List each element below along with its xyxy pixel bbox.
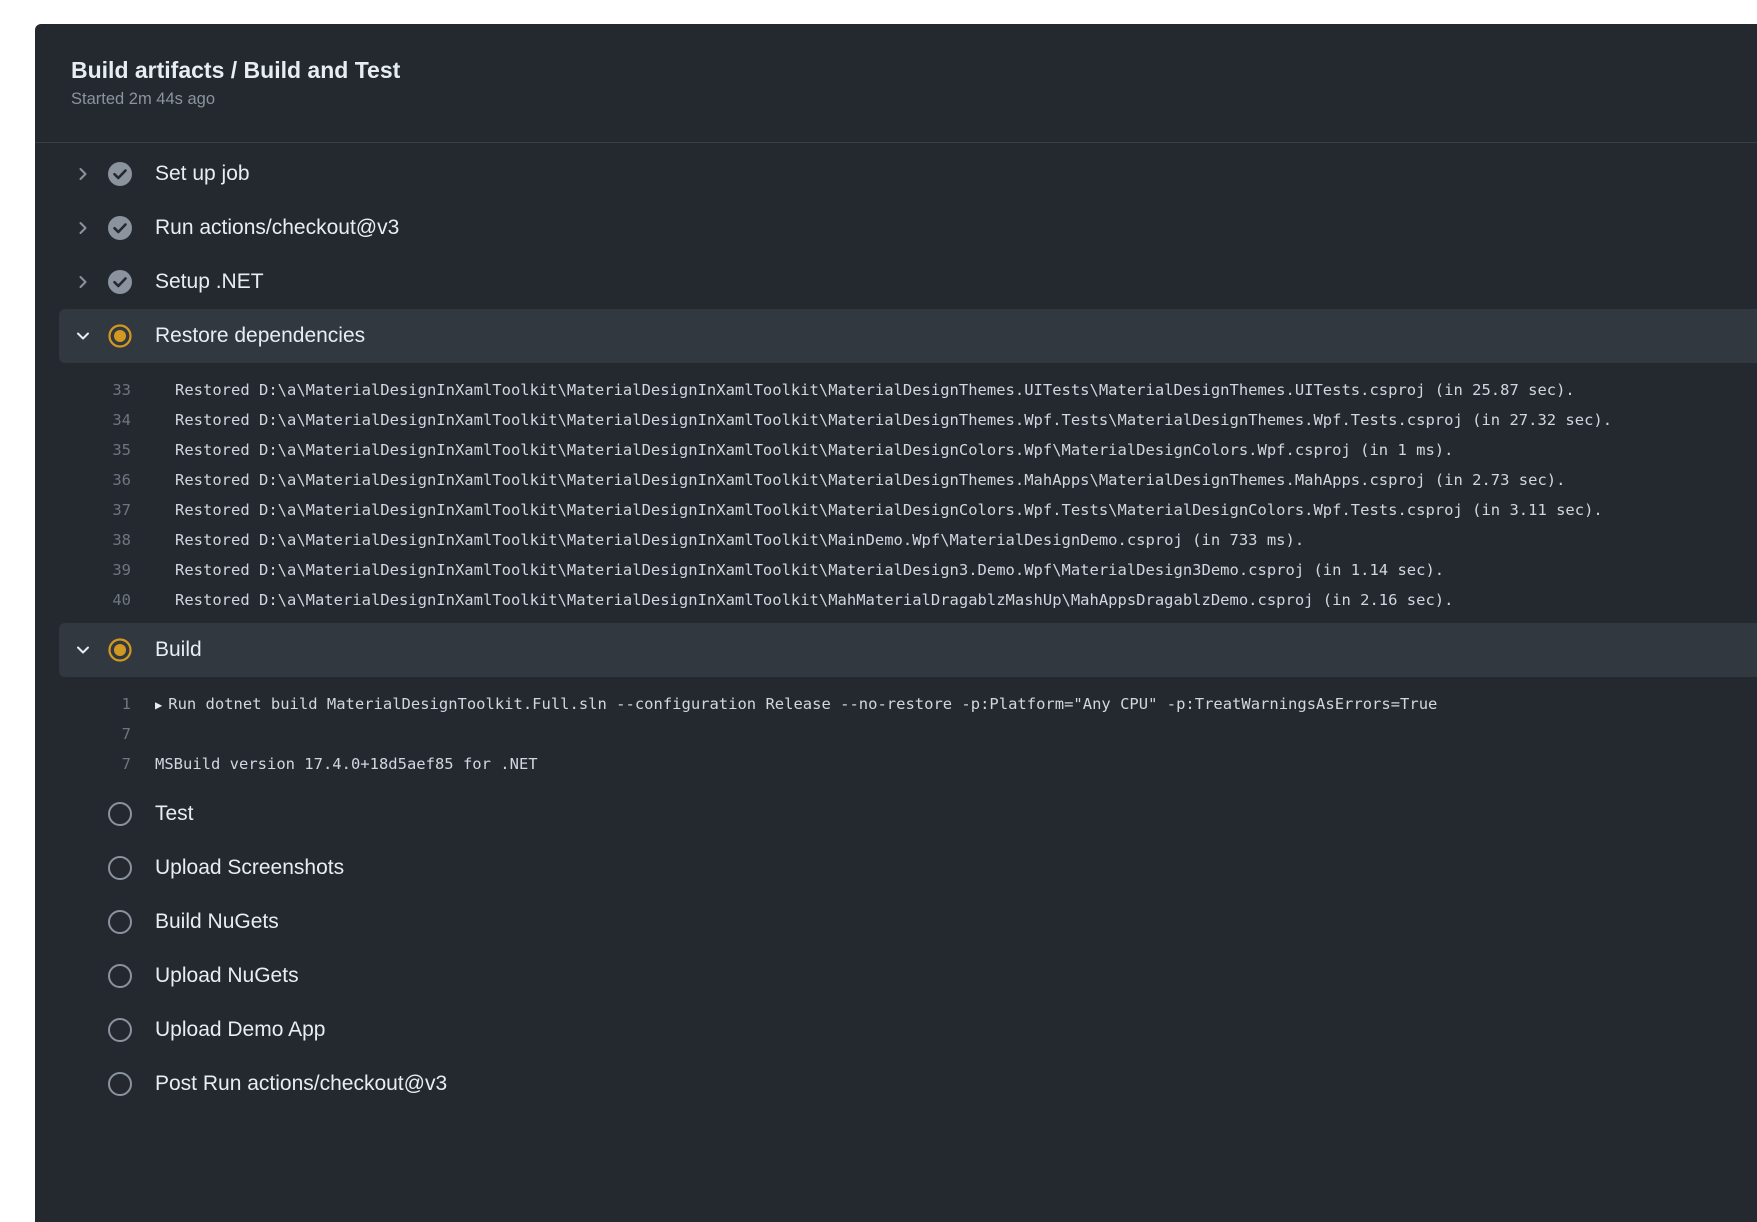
log-text: Restored D:\a\MaterialDesignInXamlToolki… (175, 471, 1566, 489)
log-text: Run dotnet build MaterialDesignToolkit.F… (168, 695, 1438, 713)
step-label: Post Run actions/checkout@v3 (155, 1072, 448, 1095)
step-upload-demo-app[interactable]: Upload Demo App (59, 1003, 1757, 1057)
log-line: 7 MSBuild version 17.4.0+18d5aef85 for .N… (35, 749, 1757, 779)
step-post-run-actions-checkout-v3[interactable]: Post Run actions/checkout@v3 (59, 1057, 1757, 1111)
triangle-right-icon[interactable]: ▶ (155, 698, 162, 712)
chevron-right-icon[interactable] (59, 220, 107, 236)
step-build-nugets[interactable]: Build NuGets (59, 895, 1757, 949)
log-text: Restored D:\a\MaterialDesignInXamlToolki… (175, 501, 1603, 519)
step-upload-nugets[interactable]: Upload NuGets (59, 949, 1757, 1003)
step-label: Upload Screenshots (155, 856, 345, 879)
restore-log: 33 Restored D:\a\MaterialDesignInXamlTool… (35, 363, 1757, 623)
pending-circle-icon (107, 909, 141, 935)
log-text: Restored D:\a\MaterialDesignInXamlToolki… (175, 561, 1445, 579)
step-label: Upload NuGets (155, 964, 299, 987)
job-title: Build artifacts / Build and Test (71, 57, 401, 83)
job-header: Build artifacts / Build and Test Started… (35, 24, 1757, 143)
step-label: Run actions/checkout@v3 (155, 216, 400, 239)
line-number[interactable]: 7 (35, 755, 131, 773)
steps-list: Set up job Run actions/checkout@v3 Setup .… (35, 143, 1757, 1111)
pending-circle-icon (107, 963, 141, 989)
step-restore-dependencies[interactable]: Restore dependencies (59, 309, 1757, 363)
step-test[interactable]: Test (59, 787, 1757, 841)
step-label: Test (155, 802, 194, 825)
step-run-actions-checkout-v3[interactable]: Run actions/checkout@v3 (59, 201, 1757, 255)
log-line: 34 Restored D:\a\MaterialDesignInXamlTool… (35, 405, 1757, 435)
log-text: Restored D:\a\MaterialDesignInXamlToolki… (175, 591, 1454, 609)
step-set-up-job[interactable]: Set up job (59, 147, 1757, 201)
chevron-right-icon[interactable] (59, 274, 107, 290)
chevron-down-icon[interactable] (59, 328, 107, 344)
log-text: Restored D:\a\MaterialDesignInXamlToolki… (175, 411, 1613, 429)
line-number[interactable]: 1 (35, 695, 131, 713)
check-circle-icon (107, 161, 141, 187)
job-started-time: Started 2m 44s ago (71, 90, 216, 108)
line-number[interactable]: 33 (35, 381, 131, 399)
log-line: 33 Restored D:\a\MaterialDesignInXamlTool… (35, 375, 1757, 405)
pending-circle-icon (107, 801, 141, 827)
line-number[interactable]: 38 (35, 531, 131, 549)
step-label: Set up job (155, 162, 250, 185)
log-text: Restored D:\a\MaterialDesignInXamlToolki… (175, 441, 1454, 459)
pending-circle-icon (107, 855, 141, 881)
build-log: 1 ▶ Run dotnet build MaterialDesignToolkit… (35, 677, 1757, 787)
check-circle-icon (107, 269, 141, 295)
log-line: 7 (35, 719, 1757, 749)
log-text: Restored D:\a\MaterialDesignInXamlToolki… (175, 531, 1305, 549)
log-line: 37 Restored D:\a\MaterialDesignInXamlTool… (35, 495, 1757, 525)
line-number[interactable]: 34 (35, 411, 131, 429)
step-label: Setup .NET (155, 270, 264, 293)
chevron-down-icon[interactable] (59, 642, 107, 658)
step-label: Build (155, 638, 202, 661)
job-panel: Build artifacts / Build and Test Started… (35, 24, 1757, 1222)
line-number[interactable]: 40 (35, 591, 131, 609)
pending-circle-icon (107, 1071, 141, 1097)
in-progress-icon (107, 323, 141, 349)
log-line[interactable]: 1 ▶ Run dotnet build MaterialDesignToolkit… (35, 689, 1757, 719)
chevron-right-icon[interactable] (59, 166, 107, 182)
step-label: Build NuGets (155, 910, 279, 933)
step-upload-screenshots[interactable]: Upload Screenshots (59, 841, 1757, 895)
log-line: 36 Restored D:\a\MaterialDesignInXamlTool… (35, 465, 1757, 495)
line-number[interactable]: 7 (35, 725, 131, 743)
log-line: 39 Restored D:\a\MaterialDesignInXamlTool… (35, 555, 1757, 585)
log-line: 35 Restored D:\a\MaterialDesignInXamlTool… (35, 435, 1757, 465)
log-text: MSBuild version 17.4.0+18d5aef85 for .NE… (155, 755, 538, 773)
in-progress-icon (107, 637, 141, 663)
line-number[interactable]: 39 (35, 561, 131, 579)
line-number[interactable]: 35 (35, 441, 131, 459)
log-text: Restored D:\a\MaterialDesignInXamlToolki… (175, 381, 1575, 399)
log-line: 40 Restored D:\a\MaterialDesignInXamlTool… (35, 585, 1757, 615)
step-build[interactable]: Build (59, 623, 1757, 677)
log-line: 38 Restored D:\a\MaterialDesignInXamlTool… (35, 525, 1757, 555)
check-circle-icon (107, 215, 141, 241)
line-number[interactable]: 37 (35, 501, 131, 519)
line-number[interactable]: 36 (35, 471, 131, 489)
step-label: Upload Demo App (155, 1018, 326, 1041)
step-label: Restore dependencies (155, 324, 366, 347)
step-setup-net[interactable]: Setup .NET (59, 255, 1757, 309)
pending-circle-icon (107, 1017, 141, 1043)
